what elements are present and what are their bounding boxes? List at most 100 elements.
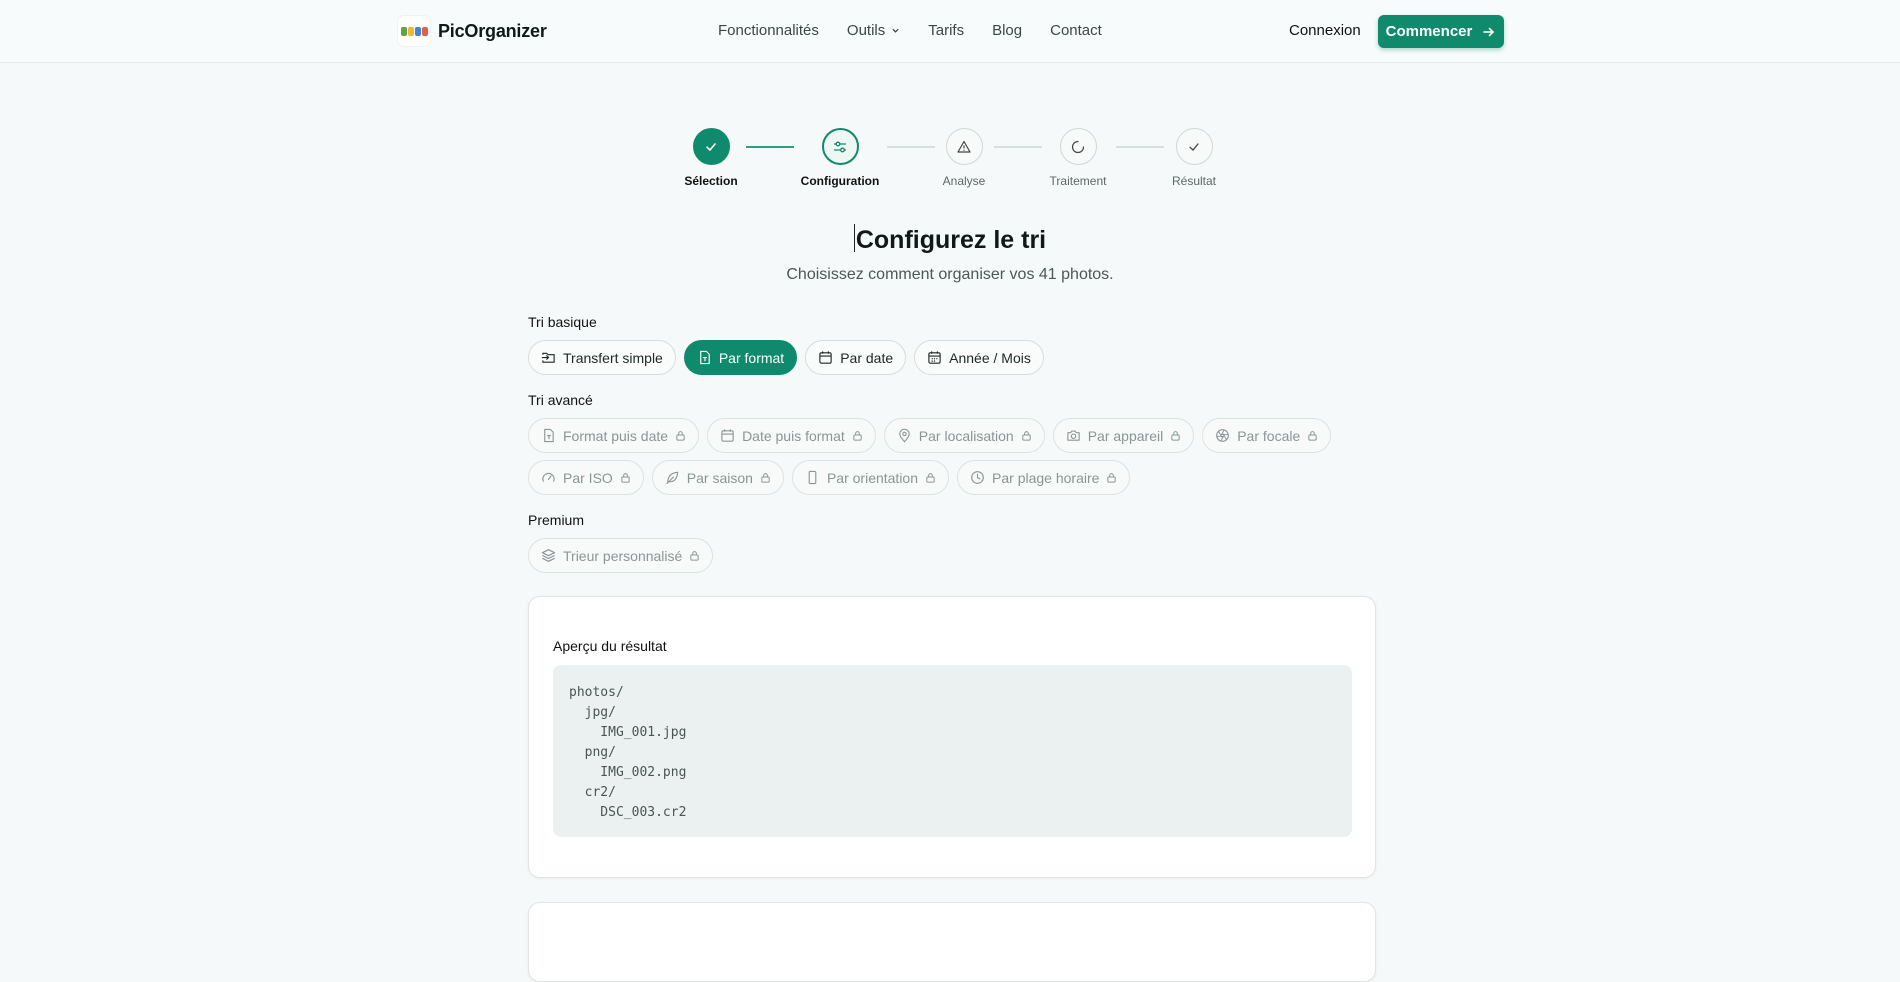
option-par-localisation[interactable]: Par localisation: [883, 418, 1045, 453]
premium-label: Premium: [528, 512, 585, 528]
lock-icon: [1171, 431, 1180, 441]
lock-icon: [761, 473, 770, 483]
option-par-saison[interactable]: Par saison: [651, 460, 784, 495]
nav-fonctionnalites[interactable]: Fonctionnalités: [718, 22, 819, 39]
option-label: Par saison: [686, 469, 753, 486]
advanced-sort-label: Tri avancé: [528, 392, 593, 408]
option-transfert-simple[interactable]: Transfert simple: [528, 340, 676, 375]
layers-icon: [541, 549, 556, 562]
option-par-focale[interactable]: Par focale: [1202, 418, 1332, 453]
lock-icon: [676, 431, 685, 441]
brand-name: PicOrganizer: [438, 20, 547, 41]
chevron-down-icon: [892, 28, 899, 33]
step-selection: Sélection: [651, 128, 771, 188]
option-label: Par appareil: [1087, 427, 1164, 444]
option-label: Année / Mois: [949, 349, 1031, 366]
step-label: Traitement: [1049, 174, 1107, 188]
tree-line: photos/: [569, 685, 624, 700]
check-icon: [1175, 128, 1213, 165]
option-annee-mois[interactable]: Année / Mois: [914, 340, 1044, 375]
option-label: Par ISO: [563, 469, 613, 486]
nav-outils[interactable]: Outils: [847, 22, 900, 39]
step-label: Configuration: [800, 174, 880, 188]
text-cursor: [853, 224, 855, 252]
next-card: [528, 902, 1376, 982]
get-started-label: Commencer: [1385, 23, 1473, 40]
page-title: Configurez le tri: [0, 224, 1900, 255]
step-label: Sélection: [684, 174, 738, 188]
progress-stepper: Sélection Configuration Analyse Traiteme…: [0, 128, 1900, 188]
preview-card: Aperçu du résultat photos/ jpg/ IMG_001.…: [528, 596, 1376, 878]
premium-options: Trieur personnalisé: [528, 538, 714, 573]
tree-line: IMG_001.jpg: [569, 725, 687, 740]
top-navigation-bar: PicOrganizer Fonctionnalités Outils Tari…: [0, 0, 1900, 63]
step-label: Analyse: [942, 174, 986, 188]
aperture-icon: [1216, 429, 1230, 442]
step-analyse: Analyse: [904, 128, 1024, 188]
step-configuration: Configuration: [780, 128, 900, 188]
folder-input-icon: [541, 352, 555, 363]
tree-line: png/: [569, 745, 616, 760]
option-label: Par date: [840, 349, 894, 366]
check-icon: [692, 128, 730, 165]
lock-icon: [621, 473, 630, 483]
tree-line: jpg/: [569, 705, 616, 720]
step-traitement: Traitement: [1018, 128, 1138, 188]
page-title-text: Configurez le tri: [855, 226, 1047, 254]
folder-tree-preview: photos/ jpg/ IMG_001.jpg png/ IMG_002.pn…: [553, 665, 1352, 837]
lock-icon: [1022, 431, 1031, 441]
option-label: Par focale: [1237, 427, 1301, 444]
option-label: Trieur personnalisé: [563, 547, 683, 564]
brand[interactable]: PicOrganizer: [398, 16, 547, 46]
option-par-date[interactable]: Par date: [805, 340, 907, 375]
map-pin-icon: [899, 428, 910, 443]
lock-icon: [853, 431, 862, 441]
nav-tarifs[interactable]: Tarifs: [928, 22, 964, 39]
arrow-right-icon: [1483, 27, 1495, 36]
page-subtitle: Choisissez comment organiser vos 41 phot…: [786, 266, 1114, 283]
option-date-puis-format[interactable]: Date puis format: [707, 418, 876, 453]
sliders-icon: [821, 128, 859, 165]
advanced-sort-options-row2: Par ISO Par saison Par orientation Par p…: [528, 460, 1131, 495]
option-label: Format puis date: [563, 427, 669, 444]
camera-icon: [1067, 430, 1080, 441]
tree-line: DSC_003.cr2: [569, 805, 687, 820]
option-par-format[interactable]: Par format: [683, 340, 798, 375]
file-type-icon: [700, 350, 710, 365]
option-par-appareil[interactable]: Par appareil: [1052, 418, 1195, 453]
logo-icon: [398, 16, 430, 46]
option-label: Par plage horaire: [992, 469, 1100, 486]
calendar-icon: [721, 429, 734, 442]
basic-sort-options: Transfert simple Par format Par date Ann…: [528, 340, 1044, 375]
lock-icon: [926, 473, 935, 483]
option-par-plage-horaire[interactable]: Par plage horaire: [957, 460, 1131, 495]
lock-icon: [690, 551, 699, 561]
calendar-icon: [819, 351, 832, 364]
nav-blog[interactable]: Blog: [992, 22, 1022, 39]
preview-title: Aperçu du résultat: [553, 638, 667, 654]
step-label: Résultat: [1171, 174, 1217, 188]
option-format-puis-date[interactable]: Format puis date: [528, 418, 700, 453]
option-par-orientation[interactable]: Par orientation: [791, 460, 950, 495]
option-label: Date puis format: [742, 427, 845, 444]
option-par-iso[interactable]: Par ISO: [528, 460, 644, 495]
warning-icon: [945, 128, 983, 165]
advanced-sort-options-row1: Format puis date Date puis format Par lo…: [528, 418, 1332, 453]
tree-line: IMG_002.png: [569, 765, 687, 780]
calendar-days-icon: [928, 351, 941, 364]
lock-icon: [1308, 431, 1317, 441]
lock-icon: [1107, 473, 1117, 483]
option-label: Par format: [718, 349, 785, 366]
clock-icon: [971, 471, 984, 484]
file-icon: [544, 428, 554, 443]
login-link[interactable]: Connexion: [1289, 22, 1361, 39]
tree-line: cr2/: [569, 785, 616, 800]
get-started-button[interactable]: Commencer: [1378, 15, 1504, 48]
smartphone-icon: [808, 470, 817, 485]
option-trieur-personnalise[interactable]: Trieur personnalisé: [528, 538, 714, 573]
leaf-icon: [666, 471, 679, 485]
option-label: Transfert simple: [563, 349, 663, 366]
gauge-icon: [542, 472, 555, 482]
step-resultat: Résultat: [1134, 128, 1254, 188]
nav-contact[interactable]: Contact: [1050, 22, 1102, 39]
